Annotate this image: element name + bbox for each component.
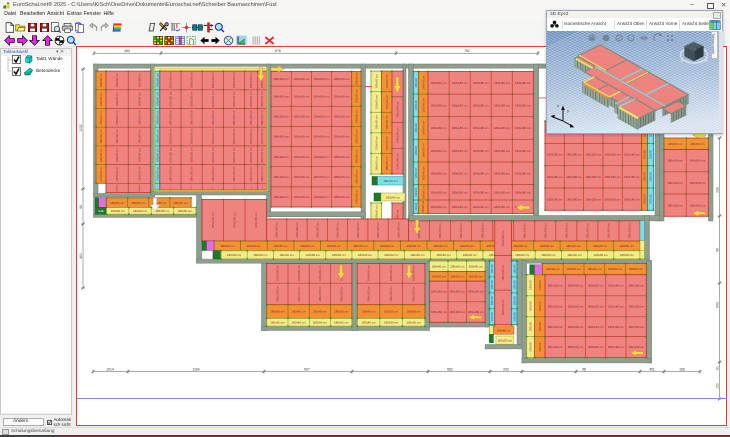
svg-text:−: − <box>630 36 633 42</box>
svg-text:+: + <box>618 36 621 42</box>
svg-text:z: z <box>557 103 559 108</box>
svg-text:y: y <box>567 108 569 113</box>
